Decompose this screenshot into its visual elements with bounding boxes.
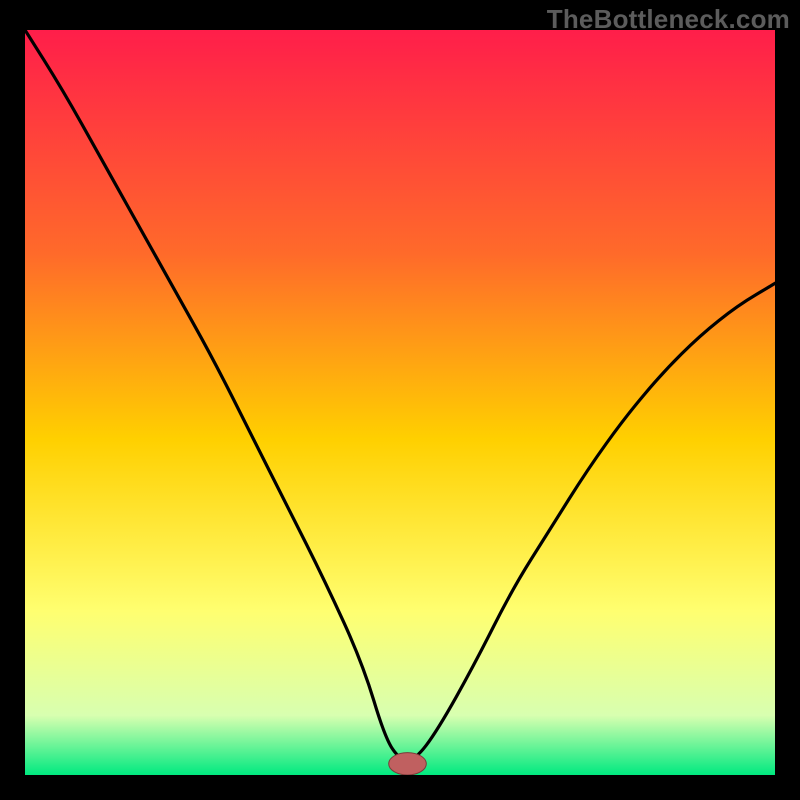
chart-frame: TheBottleneck.com (0, 0, 800, 800)
plot-svg (25, 30, 775, 775)
bottleneck-plot (25, 30, 775, 775)
optimal-marker (389, 753, 427, 775)
gradient-background (25, 30, 775, 775)
